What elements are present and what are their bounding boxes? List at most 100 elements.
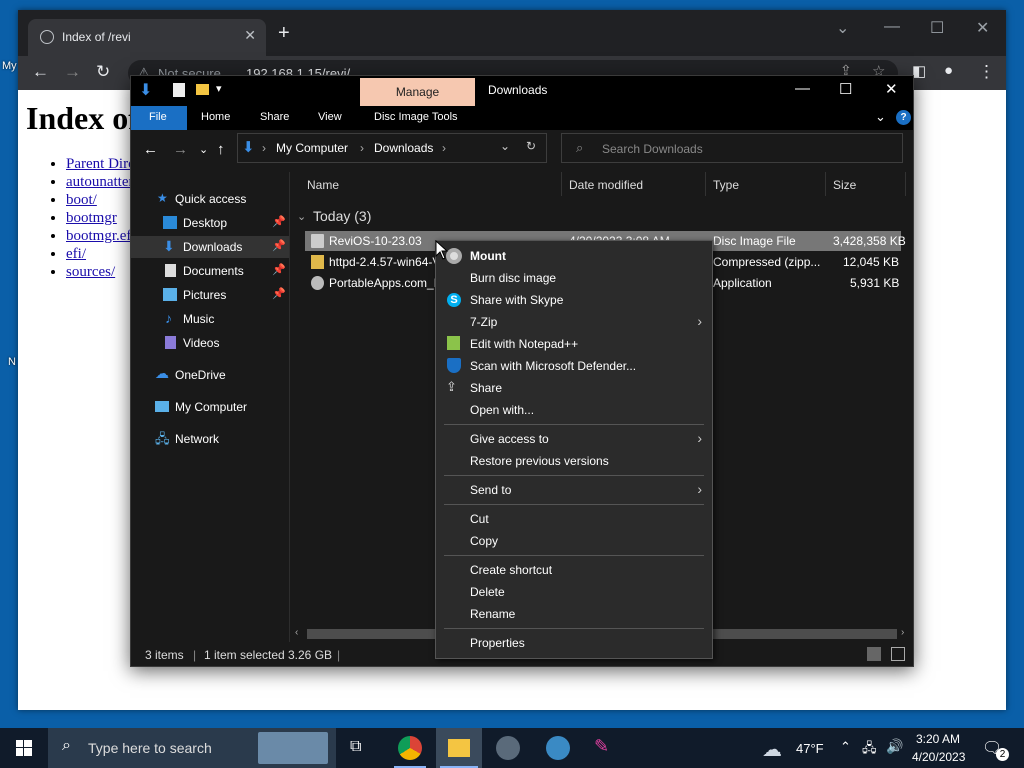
desktop-icon-label[interactable]: My — [2, 60, 17, 72]
menu-icon[interactable]: ⋮ — [978, 62, 995, 82]
properties-icon[interactable] — [173, 83, 185, 97]
breadcrumb-downloads[interactable]: Downloads — [374, 141, 433, 155]
menu-item-give-access-to[interactable]: Give access to › — [436, 428, 712, 450]
sidebar-item-pictures[interactable]: Pictures 📌 — [131, 284, 289, 306]
menu-item-share-with-skype[interactable]: S Share with Skype — [436, 289, 712, 311]
breadcrumb[interactable]: ⬇ › My Computer › Downloads › ⌄ ↻ — [237, 133, 547, 163]
menu-item-properties[interactable]: Properties — [436, 632, 712, 654]
column-divider[interactable] — [905, 172, 906, 196]
profile-icon[interactable]: ● — [944, 62, 953, 79]
clock-date[interactable]: 4/20/2023 — [912, 750, 965, 764]
menu-item-copy[interactable]: Copy — [436, 530, 712, 552]
sidebar-item-downloads[interactable]: ⬇ Downloads 📌 — [131, 236, 289, 258]
new-tab-button[interactable]: + — [278, 23, 290, 43]
tab-home[interactable]: Home — [201, 111, 230, 123]
chevron-up-icon[interactable]: ⌃ — [840, 739, 851, 755]
menu-item-scan-with-defender[interactable]: Scan with Microsoft Defender... — [436, 355, 712, 377]
column-divider[interactable] — [561, 172, 562, 196]
menu-item-edit-with-notepadpp[interactable]: Edit with Notepad++ — [436, 333, 712, 355]
tab-file[interactable]: File — [131, 106, 187, 130]
recent-locations-icon[interactable]: ⌄ — [199, 143, 208, 156]
directory-link[interactable]: sources/ — [66, 264, 115, 280]
globe-app-icon[interactable] — [546, 736, 570, 760]
close-icon[interactable]: ✕ — [976, 18, 989, 38]
menu-item-7zip[interactable]: 7-Zip › — [436, 311, 712, 333]
group-header[interactable]: Today (3) — [313, 208, 371, 224]
sidebar-item-desktop[interactable]: Desktop 📌 — [131, 212, 289, 234]
sidebar-item-network[interactable]: 🖧 Network — [131, 428, 289, 450]
new-folder-icon[interactable] — [196, 84, 209, 95]
column-divider[interactable] — [825, 172, 826, 196]
sidebar-item-onedrive[interactable]: ☁ OneDrive — [131, 364, 289, 386]
tab-disc-image-tools[interactable]: Disc Image Tools — [374, 111, 458, 123]
search-box[interactable]: ⌕ Type here to search — [48, 728, 336, 768]
menu-item-share[interactable]: ⇪ Share — [436, 377, 712, 399]
scroll-right-icon[interactable]: › — [901, 627, 904, 638]
large-icons-view-icon[interactable] — [891, 647, 905, 661]
browser-tab[interactable]: Index of /revi ✕ — [28, 19, 266, 56]
steam-icon[interactable] — [496, 736, 520, 760]
menu-item-open-with[interactable]: Open with... — [436, 399, 712, 421]
contextual-tab-manage[interactable]: Manage — [360, 78, 475, 106]
minimize-icon[interactable]: — — [795, 80, 810, 97]
collapse-group-icon[interactable]: ⌄ — [297, 210, 306, 223]
volume-icon[interactable]: 🔊 — [886, 738, 903, 755]
column-header-size[interactable]: Size — [833, 178, 856, 192]
chevron-down-icon[interactable]: ⌄ — [875, 109, 886, 125]
details-view-icon[interactable] — [867, 647, 881, 661]
menu-item-create-shortcut[interactable]: Create shortcut — [436, 559, 712, 581]
menu-item-restore-previous-versions[interactable]: Restore previous versions — [436, 450, 712, 472]
menu-item-delete[interactable]: Delete — [436, 581, 712, 603]
chevron-down-icon[interactable]: ⌄ — [500, 139, 510, 153]
directory-link[interactable]: bootmgr.efi — [66, 228, 136, 244]
weather-temp[interactable]: 47°F — [796, 741, 824, 756]
tab-share[interactable]: Share — [260, 111, 289, 123]
search-input[interactable]: ⌕ Search Downloads — [561, 133, 903, 163]
chrome-icon[interactable] — [398, 736, 422, 760]
scroll-left-icon[interactable]: ‹ — [295, 627, 298, 638]
customize-qat-icon[interactable]: ▾ — [216, 82, 222, 95]
forward-icon[interactable]: → — [64, 62, 81, 82]
refresh-icon[interactable]: ↻ — [526, 139, 536, 153]
sidebar-item-my-computer[interactable]: My Computer — [131, 396, 289, 418]
network-icon[interactable]: 🖧 — [862, 739, 877, 761]
sidebar-item-quick-access[interactable]: ★ Quick access — [131, 188, 289, 210]
back-icon[interactable]: ← — [143, 141, 158, 158]
file-explorer-taskbar-button[interactable] — [436, 728, 482, 768]
menu-item-cut[interactable]: Cut — [436, 508, 712, 530]
back-icon[interactable]: ← — [32, 62, 49, 82]
menu-item-mount[interactable]: Mount — [436, 245, 712, 267]
close-icon[interactable]: ✕ — [885, 80, 898, 98]
directory-link[interactable]: boot/ — [66, 192, 97, 208]
directory-link[interactable]: bootmgr — [66, 210, 117, 226]
forward-icon[interactable]: → — [173, 141, 188, 158]
menu-item-rename[interactable]: Rename — [436, 603, 712, 625]
menu-item-send-to[interactable]: Send to › — [436, 479, 712, 501]
clock-time[interactable]: 3:20 AM — [916, 732, 960, 746]
pane-divider[interactable] — [289, 172, 290, 642]
menu-item-burn-disc-image[interactable]: Burn disc image — [436, 267, 712, 289]
sidebar-item-music[interactable]: ♪ Music — [131, 308, 289, 330]
desktop-icon-label[interactable]: N — [8, 356, 16, 368]
minimize-icon[interactable]: — — [884, 18, 900, 36]
sidebar-item-documents[interactable]: Documents 📌 — [131, 260, 289, 282]
side-panel-icon[interactable]: ◧ — [912, 62, 926, 80]
sidebar-item-videos[interactable]: Videos — [131, 332, 289, 354]
chevron-down-icon[interactable]: ⌄ — [836, 18, 849, 38]
reload-icon[interactable]: ↻ — [96, 62, 110, 82]
column-header-name[interactable]: Name — [307, 178, 339, 192]
close-tab-icon[interactable]: ✕ — [244, 27, 256, 44]
column-divider[interactable] — [705, 172, 706, 196]
start-button[interactable] — [0, 728, 48, 768]
tab-view[interactable]: View — [318, 111, 342, 123]
breadcrumb-my-computer[interactable]: My Computer — [276, 141, 348, 155]
maximize-icon[interactable]: ☐ — [930, 18, 944, 38]
task-view-icon[interactable]: ⧉ — [350, 738, 374, 762]
directory-link[interactable]: efi/ — [66, 246, 86, 262]
column-header-type[interactable]: Type — [713, 178, 739, 192]
up-icon[interactable]: ↑ — [217, 141, 225, 158]
column-header-date[interactable]: Date modified — [569, 178, 643, 192]
pink-tool-icon[interactable]: ✎ — [594, 736, 618, 760]
weather-icon[interactable]: ☁ — [762, 737, 782, 762]
help-icon[interactable]: ? — [896, 110, 911, 125]
